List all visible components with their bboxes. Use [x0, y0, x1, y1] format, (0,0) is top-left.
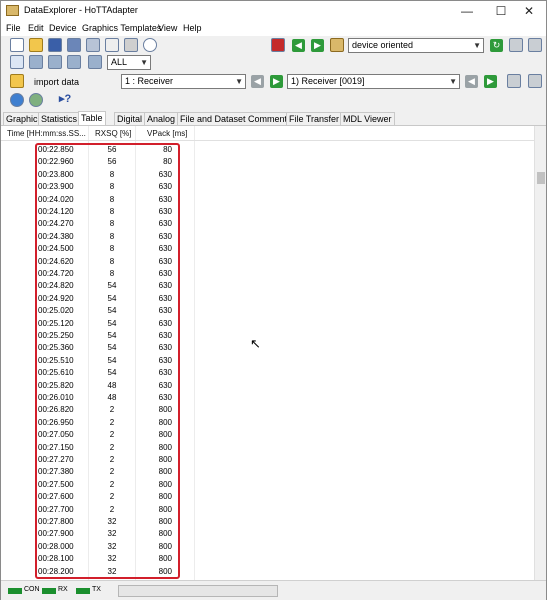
map-icon[interactable]	[29, 93, 43, 107]
rx-label: RX	[58, 586, 68, 593]
save-icon[interactable]	[48, 38, 62, 52]
filter-value: ALL	[111, 57, 128, 67]
prev-channel-icon[interactable]: ◀	[251, 75, 264, 88]
settings-icon[interactable]	[86, 38, 100, 52]
upload-icon[interactable]	[528, 38, 542, 52]
open-folder-icon[interactable]	[29, 38, 43, 52]
import-icon[interactable]	[10, 74, 24, 88]
checklist-icon[interactable]	[271, 38, 285, 52]
data-table: Time [HH:mm:ss.SS... RXSQ [%] VPack [ms]…	[1, 125, 546, 581]
tab-statistics[interactable]: Statistics	[38, 112, 81, 125]
delta-measure-icon[interactable]	[67, 55, 81, 69]
menu-graphics-templates[interactable]: Graphics Templates	[82, 23, 161, 33]
chevron-down-icon: ▼	[449, 77, 457, 86]
channel-select[interactable]: 1 : Receiver ▼	[121, 74, 246, 89]
refresh-icon[interactable]: ↻	[490, 39, 503, 52]
arrow-right-icon[interactable]: ▶	[311, 39, 324, 52]
tx-label: TX	[92, 586, 101, 593]
tab-mdl-viewer[interactable]: MDL Viewer	[340, 112, 395, 125]
channel-value: 1 : Receiver	[125, 76, 174, 86]
cursor-measure-icon[interactable]	[48, 55, 62, 69]
tab-file-dataset-comment[interactable]: File and Dataset Comment	[177, 112, 291, 125]
menu-view[interactable]: View	[158, 23, 177, 33]
chevron-down-icon: ▼	[235, 77, 243, 86]
tx-led-icon	[76, 588, 90, 594]
prev-record-icon[interactable]: ◀	[465, 75, 478, 88]
chevron-down-icon: ▼	[473, 41, 481, 50]
status-bar: CON RX TX	[1, 580, 546, 600]
record-set-value: 1) Receiver [0019]	[291, 76, 365, 86]
rx-led-icon	[42, 588, 56, 594]
tab-analog[interactable]: Analog	[144, 112, 179, 125]
globe-icon[interactable]	[10, 93, 24, 107]
tab-digital[interactable]: Digital	[114, 112, 146, 125]
device-mode-value: device oriented	[352, 40, 414, 50]
fit-icon[interactable]	[88, 55, 102, 69]
next-record-icon[interactable]: ▶	[484, 75, 497, 88]
menu-edit[interactable]: Edit	[28, 23, 44, 33]
arrow-left-icon[interactable]: ◀	[292, 39, 305, 52]
chevron-down-icon: ▼	[140, 58, 148, 67]
filter-select[interactable]: ALL ▼	[107, 55, 151, 70]
delete-icon[interactable]	[507, 74, 521, 88]
window-title: DataExplorer - HoTTAdapter	[24, 5, 138, 15]
help-question-icon[interactable]: ▸?	[59, 92, 71, 105]
header-vpack[interactable]: VPack [ms]	[147, 129, 187, 138]
title-bar: DataExplorer - HoTTAdapter — ☐ ✕	[1, 1, 546, 21]
scrollbar-thumb[interactable]	[537, 172, 545, 184]
save-as-icon[interactable]	[67, 38, 81, 52]
header-rxsq[interactable]: RXSQ [%]	[95, 129, 131, 138]
new-file-icon[interactable]	[10, 38, 24, 52]
import-data-label[interactable]: import data	[34, 77, 79, 87]
tab-graphic[interactable]: Graphic	[3, 112, 41, 125]
menu-file[interactable]: File	[6, 23, 21, 33]
menu-bar: File Edit Device Graphics Templates View…	[1, 21, 546, 36]
vertical-scrollbar[interactable]	[534, 126, 546, 581]
con-led-icon	[8, 588, 22, 594]
close-button[interactable]: ✕	[512, 1, 546, 21]
device-mode-select[interactable]: device oriented ▼	[348, 38, 484, 53]
menu-help[interactable]: Help	[183, 23, 202, 33]
header-time[interactable]: Time [HH:mm:ss.SS...	[7, 129, 86, 138]
export-icon[interactable]	[509, 38, 523, 52]
header-divider	[1, 140, 534, 141]
record-set-select[interactable]: 1) Receiver [0019] ▼	[287, 74, 460, 89]
copy-icon[interactable]	[105, 38, 119, 52]
progress-bar	[118, 585, 278, 597]
menu-device[interactable]: Device	[49, 23, 77, 33]
toolbar-area: ◀ ▶ device oriented ▼ ↻ ALL ▼ import dat…	[1, 36, 546, 111]
app-window: DataExplorer - HoTTAdapter — ☐ ✕ File Ed…	[0, 0, 547, 600]
tab-table[interactable]: Table	[78, 111, 106, 125]
app-icon	[6, 5, 19, 16]
tools-icon[interactable]	[330, 38, 344, 52]
edit-icon[interactable]	[528, 74, 542, 88]
tab-bar: Graphic Statistics Table Digital Analog …	[1, 111, 546, 125]
con-label: CON	[24, 586, 40, 593]
clock-icon[interactable]	[143, 38, 157, 52]
print-icon[interactable]	[124, 38, 138, 52]
next-channel-icon[interactable]: ▶	[270, 75, 283, 88]
minimize-button[interactable]: —	[450, 1, 484, 21]
pan-icon[interactable]	[29, 55, 43, 69]
highlight-box	[35, 143, 180, 579]
tab-file-transfer[interactable]: File Transfer	[286, 112, 343, 125]
zoom-icon[interactable]	[10, 55, 24, 69]
mouse-pointer-icon: ↖	[250, 336, 261, 351]
